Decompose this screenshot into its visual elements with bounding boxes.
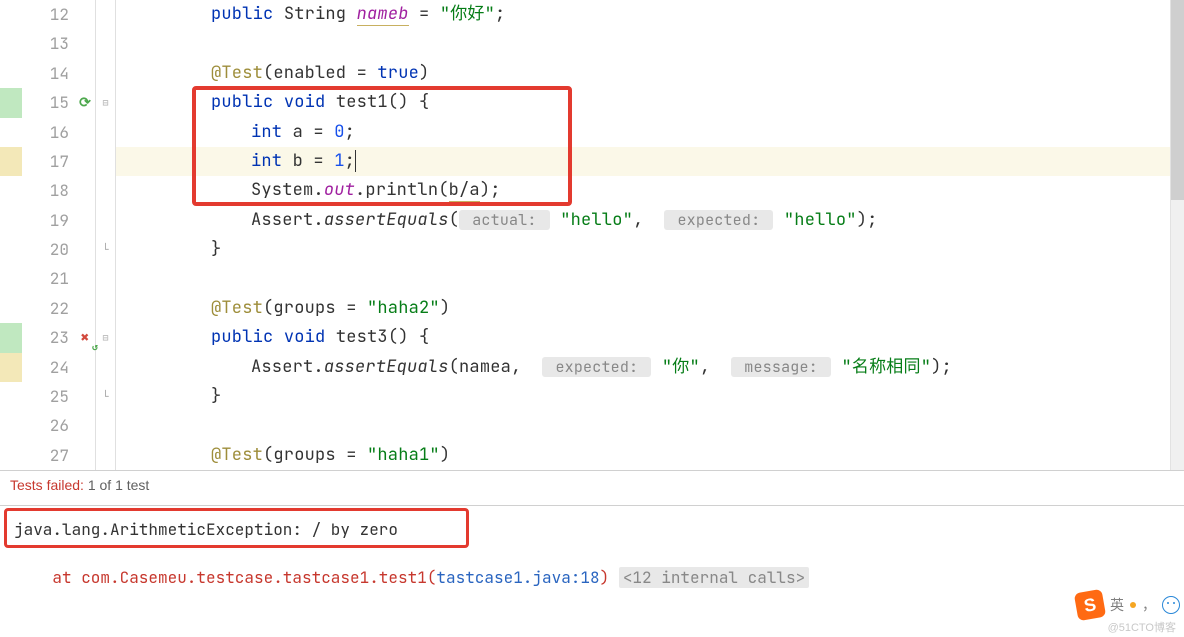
code-line[interactable]: System.out.println(b/a); — [116, 176, 1184, 205]
stack-trace-line: at com.Casemeu.testcase.tastcase1.test1(… — [14, 564, 1170, 592]
code-line[interactable]: public void test3() { — [116, 323, 1184, 352]
editor-scrollbar[interactable] — [1170, 0, 1184, 470]
run-gutter: ⟳ ✖ — [75, 0, 95, 470]
run-test-icon[interactable]: ⟳ — [75, 88, 95, 117]
watermark: @51CTO博客 — [1108, 619, 1176, 635]
fold-end-icon: └ — [96, 382, 115, 411]
fold-column: ⊟ └ ⊟ └ — [96, 0, 116, 470]
caret-icon — [355, 150, 356, 172]
console-output[interactable]: java.lang.ArithmeticException: / by zero… — [0, 506, 1184, 596]
gutter: 12 13 14 15 16 17 18 19 20 21 22 23 24 2… — [0, 0, 96, 470]
code-line[interactable] — [116, 411, 1184, 440]
omitted-calls-badge[interactable]: <12 internal calls> — [619, 567, 809, 588]
code-line[interactable]: public String nameb = "你好"; — [116, 0, 1184, 29]
param-hint: expected: — [542, 357, 651, 377]
code-line-current[interactable]: int b = 1; — [116, 147, 1184, 176]
param-hint: actual: — [459, 210, 550, 230]
test-status-bar: Tests failed: 1 of 1 test — [0, 470, 1184, 499]
param-hint: message: — [731, 357, 831, 377]
code-line[interactable]: @Test(enabled = true) — [116, 59, 1184, 88]
code-line[interactable]: Assert.assertEquals( actual: "hello", ex… — [116, 206, 1184, 235]
param-hint: expected: — [664, 210, 773, 230]
scrollbar-thumb[interactable] — [1171, 0, 1184, 200]
ime-lang-indicator[interactable]: 英 — [1110, 595, 1124, 615]
code-line[interactable]: Assert.assertEquals(namea, expected: "你"… — [116, 353, 1184, 382]
source-link[interactable]: tastcase1.java:18 — [436, 567, 599, 588]
fold-handle-icon[interactable]: ⊟ — [96, 323, 115, 352]
smile-icon[interactable] — [1162, 596, 1180, 614]
code-line[interactable]: int a = 0; — [116, 118, 1184, 147]
code-line[interactable]: } — [116, 235, 1184, 264]
fold-end-icon: └ — [96, 235, 115, 264]
code-editor[interactable]: 12 13 14 15 16 17 18 19 20 21 22 23 24 2… — [0, 0, 1184, 470]
code-line[interactable]: @Test(groups = "haha2") — [116, 294, 1184, 323]
ime-punct-indicator[interactable]: ， — [1142, 595, 1156, 615]
line-numbers: 12 13 14 15 16 17 18 19 20 21 22 23 24 2… — [22, 0, 75, 470]
sogou-ime-icon[interactable]: S — [1074, 589, 1106, 621]
code-line[interactable] — [116, 264, 1184, 293]
ime-tray: S 英 ， — [1076, 591, 1180, 619]
change-marker-strip — [0, 0, 22, 470]
fold-handle-icon[interactable]: ⊟ — [96, 88, 115, 117]
exception-line: java.lang.ArithmeticException: / by zero — [14, 516, 1170, 544]
code-line[interactable]: @Test(groups = "haha1") — [116, 441, 1184, 470]
code-line[interactable] — [116, 29, 1184, 58]
tests-failed-label: Tests failed: — [10, 477, 84, 493]
code-area[interactable]: public String nameb = "你好"; @Test(enable… — [116, 0, 1184, 470]
ime-dot-icon — [1130, 602, 1136, 608]
rerun-failed-test-icon[interactable]: ✖ — [75, 323, 95, 352]
code-line[interactable]: public void test1() { — [116, 88, 1184, 117]
code-line[interactable]: } — [116, 382, 1184, 411]
